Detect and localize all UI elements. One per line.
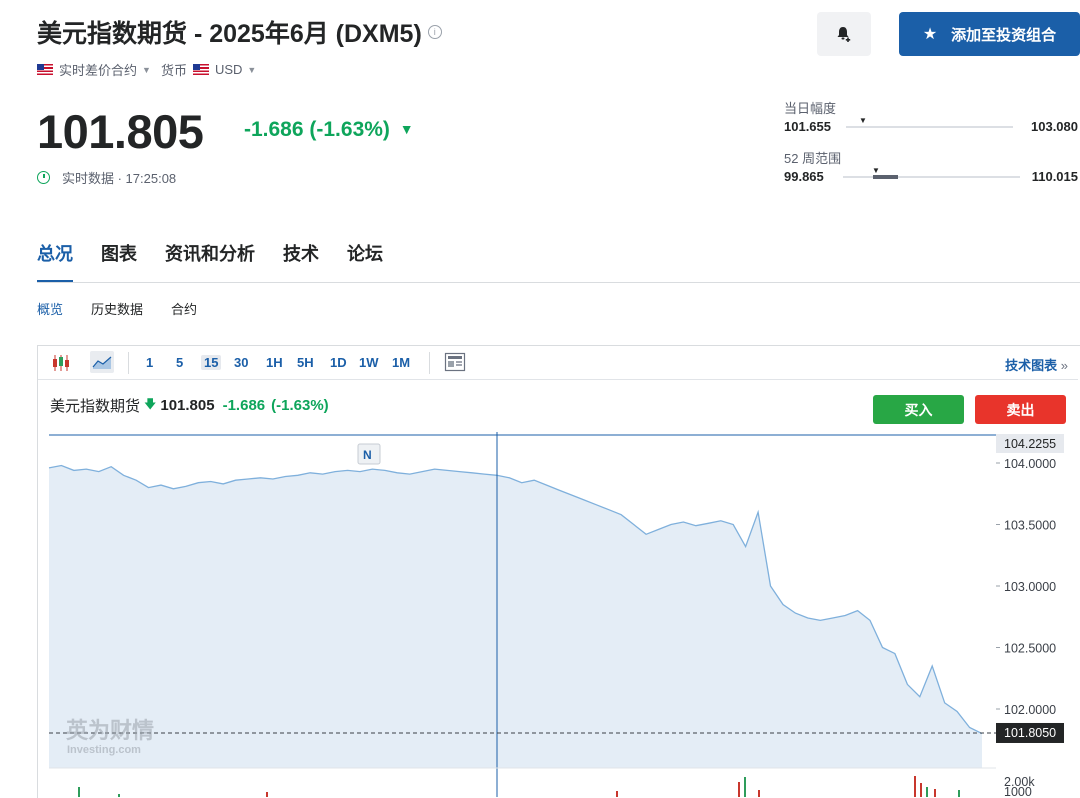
day-range-high: 103.080 [1031, 119, 1078, 134]
svg-text:104.2255: 104.2255 [1004, 437, 1056, 451]
price-chart[interactable]: 104.0000 103.5000 103.0000 102.5000 102.0000… [38, 430, 1080, 797]
last-price-label: 101.8050 [996, 722, 1064, 743]
interval-15[interactable]: 15 [201, 355, 222, 370]
crosshair-price-label: 104.2255 [996, 434, 1064, 453]
tabs-divider [37, 282, 1080, 283]
technical-chart-link[interactable]: 技术图表 » [1005, 355, 1068, 374]
week52-range-bar [843, 176, 1020, 178]
legend-change: -1.686 [222, 397, 266, 414]
us-flag-icon [192, 64, 209, 75]
svg-text:英为财情: 英为财情 [66, 718, 154, 743]
legend-change-pct: (-1.63%) [271, 397, 329, 414]
chevron-down-icon[interactable]: ▼ [247, 65, 256, 75]
tab-chart[interactable]: 图表 [101, 240, 137, 283]
last-price: 101.805 [37, 105, 204, 158]
week52-range-high: 110.015 [1031, 169, 1078, 184]
toolbar-divider [429, 352, 430, 374]
realtime-status: 实时数据 · 17:25:08 [37, 168, 176, 187]
sub-tabs: 概览 历史数据 合约 [37, 299, 225, 318]
star-icon: ★ [922, 26, 938, 43]
buy-button[interactable]: 买入 [873, 395, 964, 424]
currency-value[interactable]: USD [215, 62, 242, 77]
y-tick-label: 104.0000 [1004, 457, 1056, 471]
us-flag-icon [37, 64, 53, 75]
legend-price: 101.805 [160, 397, 215, 414]
y-tick-label: 103.5000 [1004, 519, 1056, 533]
tab-news-analysis[interactable]: 资讯和分析 [165, 240, 255, 283]
area-chart-button[interactable] [90, 351, 114, 373]
tab-overview[interactable]: 总况 [37, 240, 73, 283]
y-tick-label: 103.0000 [1004, 580, 1056, 594]
svg-text:Investing.com: Investing.com [67, 744, 141, 756]
news-marker[interactable]: N [357, 443, 381, 465]
chart-legend: 美元指数期货 🡇 101.805 -1.686 (-1.63%) [50, 395, 329, 416]
week52-range-fill [873, 175, 898, 179]
chart-toolbar: 1 5 15 30 1H 5H 1D 1W 1M 技术图表 » [38, 346, 1078, 380]
interval-1w[interactable]: 1W [359, 355, 379, 370]
week52-range-label: 52 周范围 [784, 151, 842, 166]
tab-technical[interactable]: 技术 [283, 240, 319, 283]
news-panel-icon[interactable] [444, 352, 466, 372]
y-tick-label: 102.0000 [1004, 703, 1056, 717]
volume-bars [78, 776, 960, 797]
interval-5[interactable]: 5 [176, 355, 183, 370]
day-range-label: 当日幅度 [784, 101, 837, 116]
investing-watermark: 英为财情 Investing.com [66, 718, 154, 756]
page-title: 美元指数期货 - 2025年6月 (DXM5) i [37, 14, 442, 50]
candlestick-icon[interactable] [52, 354, 72, 372]
y-axis: 104.0000 103.5000 103.0000 102.5000 102.0000 [996, 457, 1056, 717]
currency-label: 货币 [160, 63, 187, 78]
price-alert-button[interactable] [817, 12, 871, 56]
toolbar-divider [128, 352, 129, 374]
main-tabs: 总况 图表 资讯和分析 技术 论坛 [37, 240, 411, 283]
price-change: -1.686 (-1.63%) ▼ [244, 118, 414, 141]
interval-1[interactable]: 1 [146, 355, 153, 370]
news-marker-label: N [363, 448, 372, 462]
interval-1h[interactable]: 1H [266, 355, 283, 370]
interval-1d[interactable]: 1D [330, 355, 347, 370]
interval-30[interactable]: 30 [234, 355, 248, 370]
subtab-contracts[interactable]: 合约 [171, 299, 197, 318]
svg-text:101.8050: 101.8050 [1004, 726, 1056, 740]
info-icon[interactable]: i [427, 25, 442, 40]
day-range-bar [846, 126, 1013, 128]
sell-button[interactable]: 卖出 [975, 395, 1066, 424]
contract-type[interactable]: 实时差价合约 [59, 60, 137, 79]
down-triangle-icon: ▼ [399, 121, 414, 137]
down-arrow-icon: 🡇 [144, 397, 157, 411]
y-tick-label: 102.5000 [1004, 642, 1056, 656]
clock-icon [37, 171, 50, 184]
day-range-marker-icon: ▼ [859, 116, 867, 125]
subtab-historical-data[interactable]: 历史数据 [91, 299, 143, 318]
legend-name: 美元指数期货 [50, 398, 141, 415]
day-range-low: 101.655 [784, 119, 831, 134]
tab-forum[interactable]: 论坛 [347, 240, 383, 283]
area-chart-icon [92, 356, 112, 369]
interval-5h[interactable]: 5H [297, 355, 314, 370]
instrument-title: 美元指数期货 - 2025年6月 (DXM5) [37, 20, 422, 48]
add-to-portfolio-button[interactable]: ★ 添加至投资组合 [899, 12, 1080, 56]
bell-plus-icon [837, 27, 851, 42]
double-chevron-right-icon: » [1060, 358, 1068, 373]
volume-tick: 1000 [1004, 785, 1032, 797]
chevron-down-icon[interactable]: ▼ [142, 65, 151, 75]
week52-range-low: 99.865 [784, 169, 824, 184]
interval-1m[interactable]: 1M [392, 355, 410, 370]
instrument-meta: 实时差价合约 ▼ 货币 USD ▼ [37, 60, 266, 79]
subtab-overview[interactable]: 概览 [37, 299, 63, 318]
week52-range-marker-icon: ▼ [872, 166, 880, 175]
